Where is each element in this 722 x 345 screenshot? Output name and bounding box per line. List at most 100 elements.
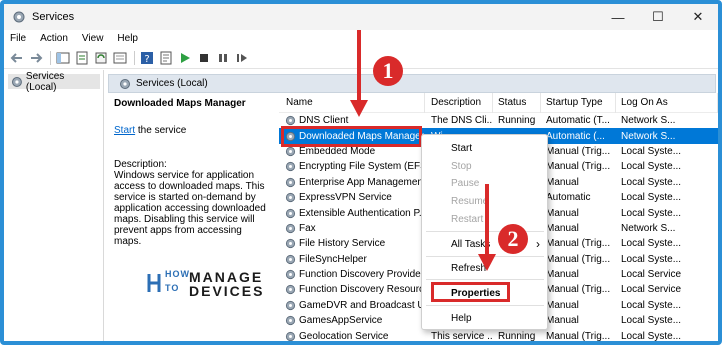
column-header-log-on-as[interactable]: Log On As xyxy=(616,93,718,113)
service-gear-icon xyxy=(285,270,296,280)
properties-icon[interactable] xyxy=(159,51,173,65)
cell-startup-type: Manual xyxy=(546,207,579,219)
menu-item-help[interactable]: Help xyxy=(451,313,472,324)
service-gear-icon xyxy=(285,116,296,126)
stop-icon[interactable] xyxy=(197,51,211,65)
svg-text:?: ? xyxy=(144,54,149,65)
window-frame: Services — ☐ ✕ File Action View Help ? S… xyxy=(0,0,722,345)
forward-arrow-icon[interactable] xyxy=(29,51,43,65)
service-gear-icon xyxy=(285,285,296,295)
menu-item-refresh[interactable]: Refresh xyxy=(451,263,486,274)
cell-name: Embedded Mode xyxy=(279,146,425,157)
submenu-chevron-icon: › xyxy=(536,237,540,251)
menu-item-resume: Resume xyxy=(451,196,489,207)
cell-startup-type: Manual (Trig... xyxy=(546,145,611,157)
service-gear-icon xyxy=(285,254,296,264)
menu-separator xyxy=(426,279,544,280)
service-name: Embedded Mode xyxy=(299,145,376,157)
cell-startup-type: Manual (Trig... xyxy=(546,161,611,173)
cell-log-on-as: Network S... xyxy=(621,130,676,142)
cell-name: Function Discovery Resourc... xyxy=(279,284,425,295)
cell-name: Enterprise App Managemen... xyxy=(279,177,425,188)
cell-startup-type: Manual (Trig... xyxy=(546,238,611,250)
menu-action[interactable]: Action xyxy=(40,33,68,44)
gear-icon xyxy=(11,76,22,87)
service-name: GamesAppService xyxy=(299,315,383,327)
menu-separator xyxy=(426,256,544,257)
cell-log-on-as: Local Syste... xyxy=(621,315,682,327)
column-header-name[interactable]: Name xyxy=(279,93,425,113)
properties-callout xyxy=(431,282,510,302)
cell-log-on-as: Local Syste... xyxy=(621,161,682,173)
menu-item-pause: Pause xyxy=(451,178,480,189)
cell-log-on-as: Local Syste... xyxy=(621,145,682,157)
table-row[interactable]: Geolocation Service This service ... Runni… xyxy=(279,328,718,342)
service-gear-icon xyxy=(285,223,296,234)
cell-startup-type: Automatic xyxy=(546,192,591,204)
help-icon[interactable]: ? xyxy=(140,51,154,65)
console-tree: Services (Local) xyxy=(4,70,104,341)
service-name: Geolocation Service xyxy=(299,330,389,342)
service-gear-icon xyxy=(285,146,296,157)
start-service-link[interactable]: Start xyxy=(114,125,135,136)
export-list-icon[interactable] xyxy=(75,51,89,65)
menu-view[interactable]: View xyxy=(82,33,104,44)
start-icon[interactable] xyxy=(178,51,192,65)
menu-help[interactable]: Help xyxy=(117,33,138,44)
cell-startup-type: Manual xyxy=(546,222,579,234)
selected-row-callout xyxy=(281,126,422,147)
menu-item-restart: Restart xyxy=(451,214,484,225)
menu-item-stop: Stop xyxy=(451,161,472,172)
service-gear-icon xyxy=(285,208,296,218)
service-gear-icon xyxy=(285,193,296,203)
pane-header: Services (Local) xyxy=(108,74,716,93)
start-service-suffix: the service xyxy=(135,125,187,136)
search-gear-icon xyxy=(120,78,130,89)
cell-log-on-as: Local Syste... xyxy=(621,176,682,188)
watermark-mark-icon xyxy=(147,274,161,292)
cell-name: Encrypting File System (EFS) xyxy=(279,161,425,172)
column-header-startup-type[interactable]: Startup Type xyxy=(541,93,616,113)
service-name: ExpressVPN Service xyxy=(299,192,392,204)
cell-name: GamesAppService xyxy=(279,315,425,326)
menu-file[interactable]: File xyxy=(10,33,26,44)
menu-item-all-tasks[interactable]: All Tasks xyxy=(451,239,490,250)
toolbar: ? xyxy=(4,47,718,69)
column-header-status[interactable]: Status xyxy=(493,93,541,113)
watermark-to: TO xyxy=(165,283,180,293)
cell-name: Geolocation Service xyxy=(279,330,425,342)
cell-startup-type: Manual xyxy=(546,269,579,281)
description-text: Windows service for application access t… xyxy=(114,170,266,247)
cell-log-on-as: Local Service xyxy=(621,269,682,281)
service-name: Enterprise App Managemen... xyxy=(299,176,425,188)
refresh-icon[interactable] xyxy=(94,51,108,65)
cell-status: Running xyxy=(498,115,536,127)
tree-item-label: Services (Local) xyxy=(25,70,65,93)
back-arrow-icon[interactable] xyxy=(10,51,24,65)
cell-status: Running xyxy=(498,330,536,342)
description-panel: Downloaded Maps Manager Start the servic… xyxy=(114,98,274,341)
menu-item-start[interactable]: Start xyxy=(451,143,472,154)
column-header-description[interactable]: Description xyxy=(425,93,493,113)
maximize-button[interactable]: ☐ xyxy=(638,4,678,30)
service-gear-icon xyxy=(285,300,296,310)
cell-description: This service ... xyxy=(431,330,493,342)
tree-item-services-local[interactable]: Services (Local) xyxy=(8,71,100,93)
cell-name: DNS Client xyxy=(279,115,425,126)
cell-log-on-as: Network S... xyxy=(621,115,676,127)
show-hide-icon[interactable] xyxy=(113,51,127,65)
close-button[interactable]: ✕ xyxy=(678,4,718,30)
toolbar-separator xyxy=(134,50,135,65)
service-gear-icon xyxy=(285,316,296,326)
pause-icon[interactable] xyxy=(216,51,230,65)
console-tree-icon[interactable] xyxy=(56,51,70,65)
service-name: Function Discovery Resourc... xyxy=(299,284,425,296)
watermark-devices: DEVICES xyxy=(189,283,265,299)
service-name: Extensible Authentication P... xyxy=(299,207,425,219)
cell-startup-type: Manual (Trig... xyxy=(546,284,611,296)
cell-startup-type: Manual (Trig... xyxy=(546,253,611,265)
cell-startup-type: Manual xyxy=(546,315,579,327)
service-name: Function Discovery Provide... xyxy=(299,269,425,281)
minimize-button[interactable]: — xyxy=(598,4,638,30)
restart-icon[interactable] xyxy=(235,51,249,65)
